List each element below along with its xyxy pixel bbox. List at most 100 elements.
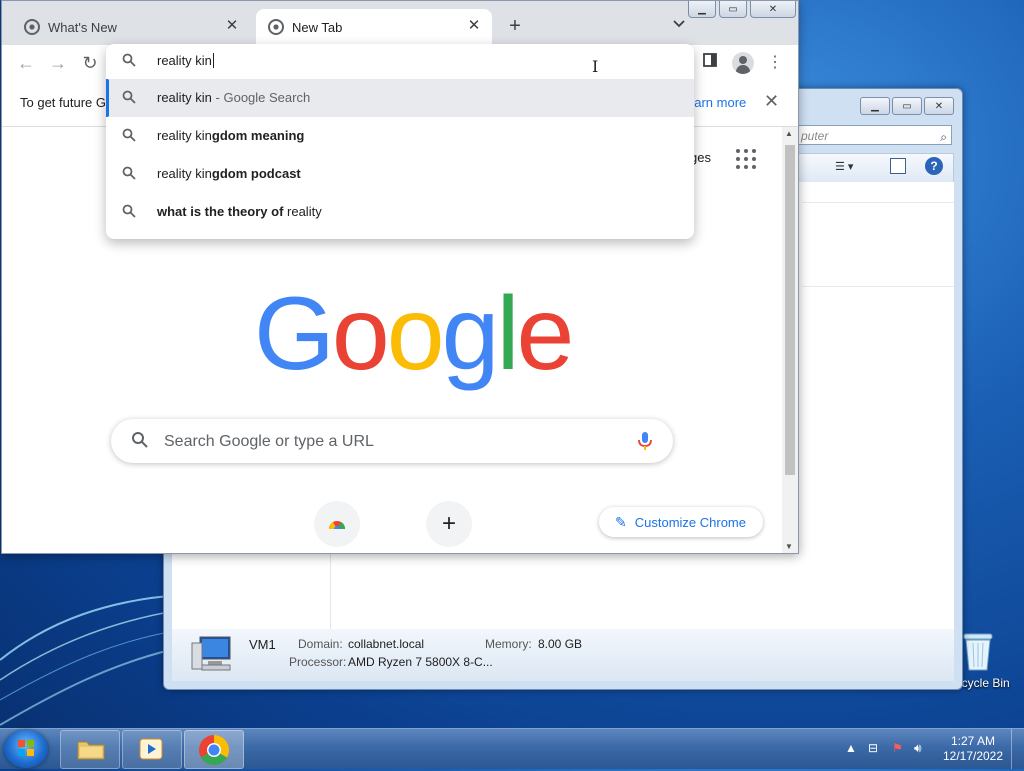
chrome-favicon-icon xyxy=(268,19,284,35)
wallpaper-swoosh xyxy=(0,540,180,730)
view-options-icon[interactable]: ☰ ▾ xyxy=(835,160,863,174)
minimize-button[interactable]: ▁ xyxy=(688,1,716,18)
domain-value: collabnet.local xyxy=(348,637,425,651)
media-player-icon xyxy=(139,738,165,763)
memory-value: 8.00 GB xyxy=(538,637,583,651)
chrome-icon xyxy=(198,734,230,769)
logo-letter: o xyxy=(331,276,390,392)
page-scrollbar[interactable]: ▲ ▼ xyxy=(782,127,798,553)
ntp-search-placeholder: Search Google or type a URL xyxy=(164,433,374,450)
memory-label: Memory: xyxy=(485,637,532,651)
suggestion-text: reality kin xyxy=(157,90,212,105)
shortcut-chrome-web-store[interactable] xyxy=(314,501,360,547)
plus-icon: + xyxy=(441,510,456,537)
add-shortcut-button[interactable]: + xyxy=(426,501,472,547)
omnibox-dropdown: reality kin reality kin - Google Search … xyxy=(106,44,694,239)
new-tab-button[interactable]: + xyxy=(505,16,525,36)
suggestion-item[interactable]: reality kingdom meaning xyxy=(106,117,694,155)
chrome-favicon-icon xyxy=(24,19,40,35)
scrollbar-thumb[interactable] xyxy=(785,145,795,475)
maximize-button[interactable]: ▭ xyxy=(719,1,747,18)
action-center-flag-icon[interactable]: ⚑ xyxy=(892,741,903,755)
pencil-icon: ✎ xyxy=(615,513,627,530)
tab-close-icon[interactable]: ✕ xyxy=(224,18,240,34)
close-button[interactable]: ✕ xyxy=(924,97,954,115)
show-hidden-icons-icon[interactable]: ▲ xyxy=(845,741,857,755)
taskbar-chrome-button[interactable] xyxy=(184,730,244,769)
tab-strip: What's New ✕ New Tab ✕ + ▁ ▭ ✕ xyxy=(2,1,798,45)
clock-date: 12/17/2022 xyxy=(942,749,1004,763)
side-panel-icon[interactable] xyxy=(700,53,720,73)
tab-whats-new[interactable]: What's New ✕ xyxy=(12,9,250,45)
apps-grid-icon[interactable] xyxy=(736,149,756,169)
suggestion-completion: gdom podcast xyxy=(211,166,301,181)
close-button[interactable]: ✕ xyxy=(750,1,796,18)
trash-icon xyxy=(961,630,995,672)
taskbar-media-player-button[interactable] xyxy=(122,730,182,769)
processor-value: AMD Ryzen 7 5800X 8-C... xyxy=(348,655,493,669)
customize-chrome-button[interactable]: ✎ Customize Chrome xyxy=(599,507,763,537)
search-icon xyxy=(131,431,149,452)
text-caret xyxy=(212,53,214,68)
suggestion-typed: reality kin xyxy=(157,166,212,181)
clock-time: 1:27 AM xyxy=(950,734,996,748)
maximize-button[interactable]: ▭ xyxy=(892,97,922,115)
reload-icon[interactable]: ↻ xyxy=(80,53,100,73)
omnibox-input[interactable]: reality kin xyxy=(106,44,694,79)
search-icon xyxy=(122,90,136,107)
divider xyxy=(802,286,954,287)
logo-letter: l xyxy=(496,276,519,392)
microphone-icon[interactable] xyxy=(638,431,652,451)
taskbar-explorer-button[interactable] xyxy=(60,730,120,769)
suggestion-item[interactable]: reality kingdom podcast xyxy=(106,155,694,193)
back-arrow-icon[interactable]: ← xyxy=(16,53,36,73)
chrome-window-controls: ▁ ▭ ✕ xyxy=(688,1,796,18)
explorer-search-placeholder: puter xyxy=(801,129,829,143)
suggestion-item[interactable]: what is the theory of reality xyxy=(106,193,694,231)
search-icon xyxy=(122,53,136,70)
logo-letter: G xyxy=(254,276,335,392)
domain-label: Domain: xyxy=(298,637,343,651)
help-icon[interactable]: ? xyxy=(925,157,943,175)
search-icon xyxy=(122,204,136,221)
computer-icon xyxy=(190,635,236,673)
minimize-button[interactable]: ▁ xyxy=(860,97,890,115)
suggestion-item[interactable]: reality kin - Google Search xyxy=(106,79,694,117)
tab-close-icon[interactable]: ✕ xyxy=(466,18,482,34)
explorer-search-input[interactable]: puter ⌕ xyxy=(794,125,952,145)
start-button[interactable] xyxy=(4,730,48,768)
tab-search-chevron-icon[interactable] xyxy=(673,17,689,33)
suggestion-typed: reality xyxy=(283,204,322,219)
explorer-window-controls: ▁ ▭ ✕ xyxy=(860,97,954,115)
forward-arrow-icon[interactable]: → xyxy=(48,53,68,73)
preview-pane-icon[interactable] xyxy=(890,158,906,174)
logo-letter: o xyxy=(386,276,445,392)
learn-more-link[interactable]: earn more xyxy=(687,95,749,110)
show-desktop-button[interactable] xyxy=(1011,729,1024,769)
search-icon: ⌕ xyxy=(940,130,947,144)
network-icon[interactable]: ⊟ xyxy=(868,741,878,755)
tab-title: What's New xyxy=(48,19,117,35)
chrome-web-store-icon xyxy=(327,517,347,532)
scroll-up-arrow-icon[interactable]: ▲ xyxy=(785,129,793,138)
tab-title: New Tab xyxy=(292,19,343,35)
kebab-menu-icon[interactable]: ⋮ xyxy=(765,53,785,73)
suggestion-typed: reality kin xyxy=(157,128,212,143)
infobar-close-icon[interactable]: ✕ xyxy=(764,91,779,112)
text-cursor-icon: I xyxy=(592,57,599,76)
profile-avatar-icon[interactable] xyxy=(732,52,754,74)
search-icon xyxy=(122,166,136,183)
volume-icon[interactable]: 🔊︎ xyxy=(914,741,922,756)
divider xyxy=(802,202,954,203)
tab-new-tab[interactable]: New Tab ✕ xyxy=(256,9,492,45)
ntp-search-box[interactable]: Search Google or type a URL xyxy=(111,419,673,463)
processor-label: Processor: xyxy=(289,655,347,669)
details-pane: VM1 Domain: collabnet.local Memory: 8.00… xyxy=(172,629,954,681)
logo-letter: g xyxy=(441,276,500,392)
logo-letter: e xyxy=(516,276,575,392)
search-icon xyxy=(122,128,136,145)
clock[interactable]: 1:27 AM 12/17/2022 xyxy=(940,734,1006,764)
scroll-down-arrow-icon[interactable]: ▼ xyxy=(785,542,793,551)
infobar-text: To get future G xyxy=(20,95,106,110)
omnibox-value: reality kin xyxy=(157,53,212,68)
